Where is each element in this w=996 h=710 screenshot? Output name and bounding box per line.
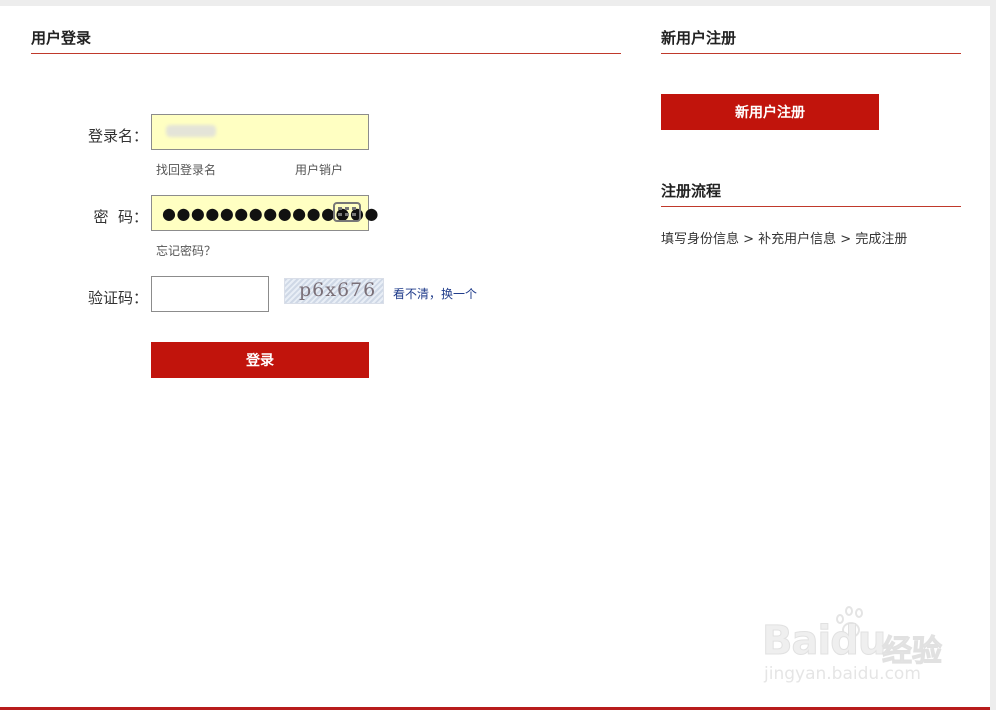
username-value-blurred	[166, 125, 216, 137]
register-flow-steps: 填写身份信息 > 补充用户信息 > 完成注册	[661, 232, 908, 247]
keyboard-icon[interactable]	[333, 202, 361, 222]
login-button[interactable]: 登录	[151, 342, 369, 378]
login-section-title: 用户登录	[31, 29, 92, 47]
username-label: 登录名：	[87, 127, 148, 145]
captcha-code: p6x676	[299, 279, 377, 301]
watermark-url: jingyan.baidu.com	[764, 664, 921, 684]
captcha-refresh-link[interactable]: 看不清，换一个	[393, 285, 477, 302]
captcha-label: 验证码：	[87, 289, 148, 307]
username-input[interactable]	[151, 114, 369, 150]
register-title-divider	[661, 53, 961, 54]
captcha-text-field[interactable]	[152, 277, 268, 311]
baidu-watermark: Baidu 经验 jingyan.baidu.com	[761, 604, 952, 694]
register-flow-title: 注册流程	[661, 182, 722, 200]
captcha-input[interactable]	[151, 276, 269, 312]
forgot-password-link[interactable]: 忘记密码？	[156, 242, 216, 259]
cancel-user-link[interactable]: 用户销户	[295, 161, 343, 178]
register-flow-divider	[661, 206, 961, 207]
password-label: 密 码：	[93, 208, 148, 226]
watermark-brand: Baidu	[761, 618, 886, 665]
captcha-image[interactable]: p6x676	[284, 278, 384, 304]
password-input[interactable]: ●●●●●●●●●●●●●●●	[151, 195, 378, 231]
register-button[interactable]: 新用户注册	[661, 94, 879, 130]
login-title-divider	[31, 53, 621, 54]
register-section-title: 新用户注册	[661, 29, 737, 47]
find-username-link[interactable]: 找回登录名	[156, 161, 216, 178]
